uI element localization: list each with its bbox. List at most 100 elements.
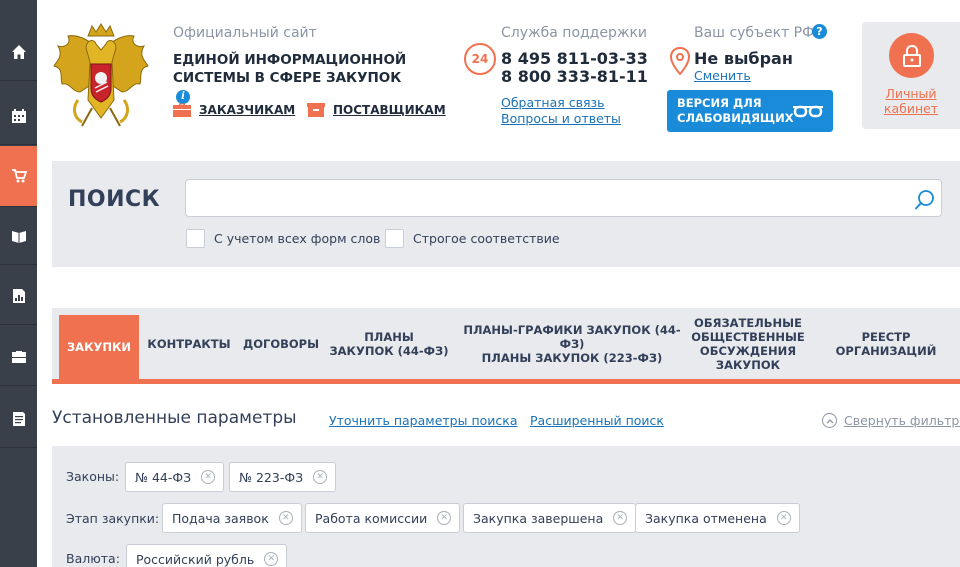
- low-vision-version-button[interactable]: ВЕРСИЯ ДЛЯ СЛАБОВИДЯЩИХ: [667, 90, 833, 132]
- search-tabs: ЗАКУПКИ КОНТРАКТЫ ДОГОВОРЫ ПЛАНЫ ЗАКУПОК…: [52, 308, 960, 384]
- filter-chip-stage: Работа комиссии ✕: [305, 503, 461, 533]
- tab-purchases-label: ЗАКУПКИ: [67, 340, 131, 354]
- tab-schedules-line1: ПЛАНЫ-ГРАФИКИ ЗАКУПОК (44-ФЗ): [463, 322, 681, 351]
- strict-match-checkbox[interactable]: [385, 229, 404, 248]
- filter-chip-stage: Закупка завершена ✕: [463, 503, 637, 533]
- document-icon: [12, 411, 25, 426]
- filter-chip-stage: Закупка отменена ✕: [635, 503, 800, 533]
- customers-link-label: ЗАКАЗЧИКАМ: [199, 103, 296, 117]
- tab-registry-line2: ОРГАНИЗАЦИЙ: [835, 343, 937, 358]
- tab-plans-line2: ЗАКУПОК (44-ФЗ): [329, 343, 449, 358]
- region-value: Не выбран: [694, 49, 793, 68]
- currency-label: Валюта:: [66, 551, 120, 566]
- feedback-link[interactable]: Обратная связь: [501, 95, 605, 110]
- tab-purchases[interactable]: ЗАКУПКИ: [59, 315, 139, 379]
- filter-chip-currency: Российский рубль ✕: [126, 544, 288, 567]
- tab-plan-schedules[interactable]: ПЛАНЫ-ГРАФИКИ ЗАКУПОК (44-ФЗ) ПЛАНЫ ЗАКУ…: [456, 308, 688, 379]
- region-label: Ваш субъект РФ: [694, 25, 815, 41]
- chip-label: Работа комиссии: [315, 510, 428, 526]
- book-icon: [11, 230, 26, 243]
- site-name-line2: СИСТЕМЫ В СФЕРЕ ЗАКУПОК: [173, 70, 402, 86]
- all-word-forms-option[interactable]: С учетом всех форм слов: [186, 229, 380, 248]
- help-icon[interactable]: ?: [812, 24, 827, 39]
- laws-label: Законы:: [66, 469, 120, 484]
- region-change-link[interactable]: Сменить: [694, 68, 751, 83]
- sidebar-item-documents[interactable]: [0, 390, 37, 448]
- all-word-forms-checkbox[interactable]: [186, 229, 205, 248]
- report-icon: [12, 288, 25, 303]
- page: Официальный сайт ЕДИНОЙ ИНФОРМАЦИОННОЙ С…: [0, 0, 960, 567]
- search-icon[interactable]: [914, 189, 936, 211]
- sidebar-item-library[interactable]: [0, 207, 37, 265]
- info-icon[interactable]: i: [176, 90, 190, 104]
- support-24-icon: 24: [464, 43, 496, 75]
- site-label: Официальный сайт: [173, 25, 317, 41]
- phone-2[interactable]: 8 800 333-81-11: [501, 67, 648, 86]
- collapse-filters-label: Свернуть фильтры: [844, 413, 960, 428]
- support-label: Служба поддержки: [501, 25, 648, 41]
- cabinet-line1: Личный: [885, 86, 937, 101]
- tab-schedules-line2: ПЛАНЫ ЗАКУПОК (223-ФЗ): [481, 350, 663, 365]
- advanced-search-link[interactable]: Расширенный поиск: [530, 413, 664, 428]
- strict-match-option[interactable]: Строгое соответствие: [385, 229, 560, 248]
- tab-discussion-line2: ОБЩЕСТВЕННЫЕ: [691, 329, 805, 344]
- phone-1[interactable]: 8 495 811-03-33: [501, 49, 648, 68]
- sidebar-item-calendar[interactable]: [0, 87, 37, 145]
- params-title: Установленные параметры: [52, 408, 297, 428]
- site-name-line1: ЕДИНОЙ ИНФОРМАЦИОННОЙ: [173, 52, 407, 68]
- site-name-line2-wrap: СИСТЕМЫ В СФЕРЕ ЗАКУПОК i: [173, 69, 413, 105]
- personal-cabinet-link[interactable]: Личный кабинет: [862, 86, 960, 116]
- briefcase-icon: [11, 350, 26, 363]
- chip-label: Закупка отменена: [645, 510, 767, 526]
- russia-emblem-logo: [53, 23, 149, 127]
- refine-search-link[interactable]: Уточнить параметры поиска: [329, 413, 517, 428]
- sidebar-item-reports[interactable]: [0, 267, 37, 325]
- tab-discussion-line3: ОБСУЖДЕНИЯ: [699, 343, 797, 358]
- customers-link[interactable]: ЗАКАЗЧИКАМ: [173, 103, 295, 117]
- close-icon[interactable]: ✕: [201, 470, 216, 484]
- sidebar-item-home[interactable]: [0, 23, 37, 81]
- location-pin-icon: [670, 47, 690, 75]
- tab-contracts-label: КОНТРАКТЫ: [147, 336, 231, 351]
- tab-plans[interactable]: ПЛАНЫ ЗАКУПОК (44-ФЗ): [329, 308, 449, 379]
- personal-cabinet[interactable]: Личный кабинет: [862, 22, 960, 129]
- tab-agreements[interactable]: ДОГОВОРЫ: [240, 308, 322, 379]
- glasses-icon: [793, 105, 823, 118]
- cabinet-line2: кабинет: [883, 101, 939, 116]
- tab-organizations-registry[interactable]: РЕЕСТР ОРГАНИЗАЦИЙ: [830, 308, 942, 379]
- sidebar-item-business[interactable]: [0, 328, 37, 386]
- close-icon[interactable]: ✕: [437, 511, 452, 525]
- strict-match-label: Строгое соответствие: [413, 231, 560, 246]
- briefcase-icon: [173, 103, 191, 117]
- sidebar-item-purchases[interactable]: [0, 146, 37, 207]
- search-input[interactable]: [185, 179, 942, 217]
- chip-label: Российский рубль: [136, 551, 255, 567]
- filter-chip-stage: Подача заявок ✕: [162, 503, 302, 533]
- close-icon[interactable]: ✕: [313, 470, 328, 484]
- collapse-filters-link[interactable]: Свернуть фильтры: [822, 413, 960, 428]
- close-icon[interactable]: ✕: [776, 511, 791, 525]
- suppliers-link[interactable]: ПОСТАВЩИКАМ: [307, 103, 446, 117]
- chip-label: Подача заявок: [172, 510, 269, 526]
- chip-label: № 223-ФЗ: [239, 469, 304, 485]
- left-sidebar: [0, 0, 37, 567]
- filter-chip-law-44: № 44-ФЗ ✕: [125, 462, 225, 492]
- site-name: ЕДИНОЙ ИНФОРМАЦИОННОЙ СИСТЕМЫ В СФЕРЕ ЗА…: [173, 51, 413, 105]
- box-icon: [307, 103, 325, 117]
- tab-discussion-line1: ОБЯЗАТЕЛЬНЫЕ: [694, 315, 802, 330]
- support-badge: 24: [471, 52, 489, 66]
- tab-public-discussions[interactable]: ОБЯЗАТЕЛЬНЫЕ ОБЩЕСТВЕННЫЕ ОБСУЖДЕНИЯ ЗАК…: [691, 308, 805, 379]
- close-icon[interactable]: ✕: [613, 511, 628, 525]
- tab-discussion-line4: ЗАКУПОК: [715, 357, 781, 372]
- tab-registry-line1: РЕЕСТР: [861, 329, 911, 344]
- tab-contracts[interactable]: КОНТРАКТЫ: [142, 308, 236, 379]
- all-word-forms-label: С учетом всех форм слов: [214, 231, 381, 246]
- close-icon[interactable]: ✕: [264, 552, 279, 566]
- chevron-up-icon: [822, 413, 837, 428]
- home-icon: [11, 44, 26, 59]
- faq-link[interactable]: Вопросы и ответы: [501, 111, 621, 126]
- tab-plans-line1: ПЛАНЫ: [364, 329, 414, 344]
- suppliers-link-label: ПОСТАВЩИКАМ: [333, 103, 446, 117]
- close-icon[interactable]: ✕: [278, 511, 293, 525]
- lock-icon: [889, 33, 934, 78]
